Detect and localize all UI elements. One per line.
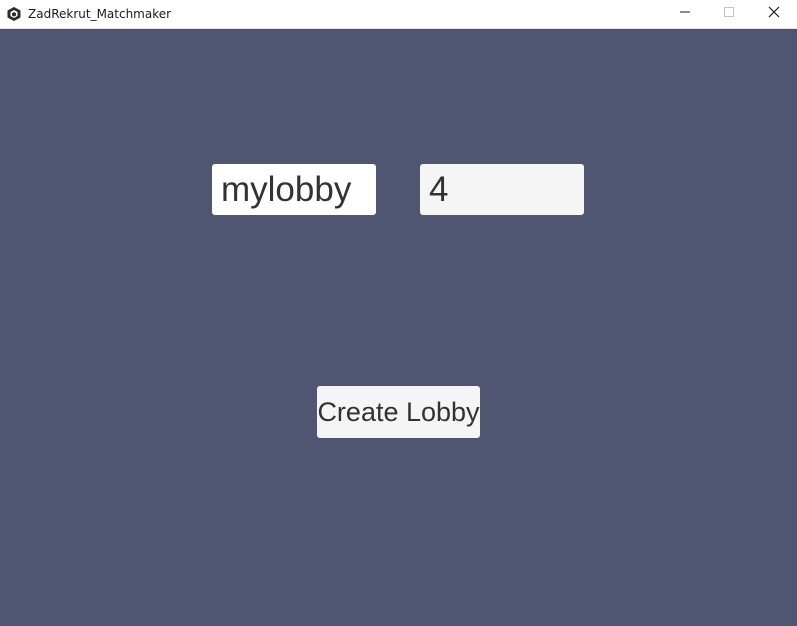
minimize-button[interactable] [662, 0, 708, 28]
window-title: ZadRekrut_Matchmaker [28, 7, 172, 21]
create-lobby-button[interactable]: Create Lobby [317, 386, 480, 438]
game-viewport: mylobby 4 Create Lobby [0, 29, 797, 626]
maximize-icon [723, 5, 735, 23]
lobby-name-input[interactable]: mylobby [212, 164, 376, 215]
title-bar[interactable]: ZadRekrut_Matchmaker [0, 0, 797, 29]
close-button[interactable] [751, 0, 797, 28]
maximize-button[interactable] [706, 0, 752, 28]
unity-logo-icon [6, 6, 22, 22]
close-icon [768, 5, 780, 23]
app-window: ZadRekrut_Matchmaker mylobby 4 Create Lo… [0, 0, 797, 626]
minimize-icon [679, 5, 691, 23]
create-lobby-label: Create Lobby [317, 396, 480, 427]
max-players-input[interactable]: 4 [420, 164, 584, 215]
